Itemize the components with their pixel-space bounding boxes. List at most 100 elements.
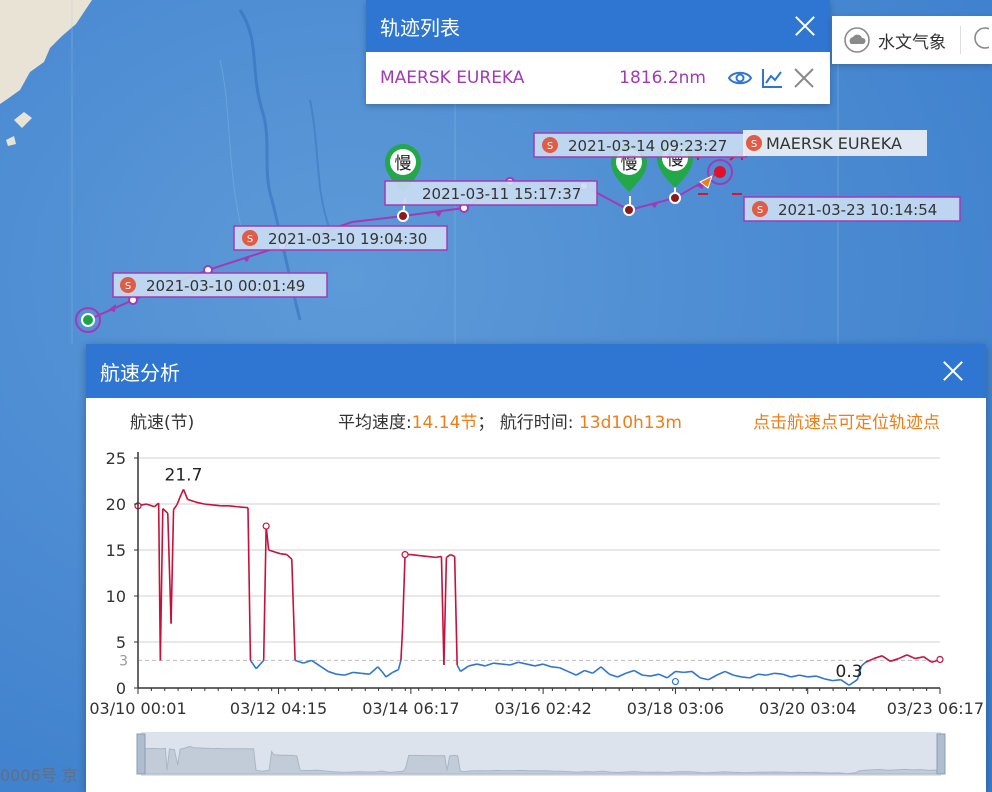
x-tick-label: 03/10 00:01 <box>89 699 186 718</box>
range-handle-left[interactable] <box>136 733 146 775</box>
x-tick-label: 03/23 06:17 <box>887 699 984 718</box>
speed-segment <box>791 674 800 678</box>
close-icon[interactable] <box>942 360 964 382</box>
svg-text:2021-03-10 00:01:49: 2021-03-10 00:01:49 <box>146 277 305 295</box>
speed-segment <box>898 654 908 660</box>
svg-text:2021-03-14 09:23:27: 2021-03-14 09:23:27 <box>568 137 727 155</box>
speed-segment <box>658 673 668 679</box>
line-chart-icon[interactable] <box>760 66 784 90</box>
range-handle-right[interactable] <box>936 733 946 775</box>
y-tick-label: 20 <box>106 495 126 514</box>
speed-segment <box>352 671 362 675</box>
speed-segment <box>435 555 442 559</box>
track-list-title: 轨迹列表 <box>380 15 460 40</box>
avg-speed-value: 14.14节 <box>411 413 478 433</box>
track-list-item[interactable]: MAERSK EUREKA 1816.2nm <box>366 52 830 104</box>
eye-icon[interactable] <box>728 66 752 90</box>
speed-segment <box>377 666 383 672</box>
speed-segment <box>249 659 257 670</box>
speed-segment <box>501 663 511 666</box>
speed-segment <box>915 655 924 660</box>
x-tick-label: 03/14 06:17 <box>362 699 459 718</box>
svg-text:MAERSK EUREKA: MAERSK EUREKA <box>766 134 902 153</box>
track-point-label[interactable]: 2021-03-11 15:17:37 <box>384 180 598 206</box>
speed-segment <box>476 663 486 667</box>
speed-segment <box>824 678 833 682</box>
speed-segment <box>774 672 783 675</box>
speed-segment <box>584 669 593 675</box>
speed-segment <box>401 554 406 629</box>
speed-segment <box>609 673 618 678</box>
track-list-panel: 轨迹列表 MAERSK EUREKA 1816.2nm <box>366 0 830 104</box>
y-tick-label: 0 <box>116 679 126 698</box>
cloud-icon[interactable] <box>844 27 870 53</box>
ship-name-label[interactable]: S MAERSK EUREKA <box>743 130 927 156</box>
speed-segment <box>758 673 767 676</box>
speed-segment <box>600 666 610 675</box>
speed-segment <box>741 676 750 679</box>
track-distance: 1816.2nm <box>619 68 706 88</box>
track-point-label[interactable]: S 2021-03-10 00:01:49 <box>112 272 328 298</box>
speed-segment <box>311 659 321 667</box>
speed-segment <box>336 673 345 676</box>
y-tick-label: 25 <box>106 449 126 468</box>
speed-segment <box>733 674 742 678</box>
speed-segment <box>170 509 175 624</box>
speed-segment <box>319 665 329 673</box>
speed-segment <box>509 661 519 666</box>
speed-segment <box>427 555 436 559</box>
speed-segment <box>368 666 379 675</box>
speed-axis-label: 航速(节) <box>130 413 195 433</box>
track-list-header: 轨迹列表 <box>366 0 830 52</box>
speed-segment <box>419 554 428 558</box>
speed-segment <box>385 671 394 678</box>
speed-analysis-panel: 航速分析 航速(节) 平均速度:14.14节； 航行时间: 13d10h13m … <box>86 344 986 792</box>
speed-segment <box>534 663 544 667</box>
speed-summary: 平均速度:14.14节； 航行时间: 13d10h13m <box>338 413 682 433</box>
speed-segment <box>159 508 164 661</box>
track-ship-name[interactable]: MAERSK EUREKA <box>380 68 619 88</box>
speed-segment <box>410 553 420 557</box>
weather-button[interactable]: 水文气象 <box>878 28 946 53</box>
speed-segment <box>749 673 759 679</box>
speed-segment <box>617 672 627 678</box>
speed-segment <box>182 488 189 500</box>
svg-text:S: S <box>751 139 757 150</box>
speed-segment <box>559 667 569 673</box>
speed-segment <box>255 663 261 670</box>
speed-segment <box>691 670 701 679</box>
speed-segment <box>633 669 643 676</box>
track-point-label[interactable]: S 2021-03-10 19:04:30 <box>233 225 448 251</box>
speed-segment <box>400 628 404 661</box>
speed-analysis-title: 航速分析 <box>100 360 180 385</box>
speed-segment <box>290 559 296 661</box>
speed-segment <box>344 671 354 676</box>
y-tick-label: 5 <box>116 633 126 652</box>
range-slider[interactable] <box>136 732 946 776</box>
speed-segment <box>460 665 470 673</box>
speed-segment <box>453 556 458 666</box>
speed-segment <box>212 504 221 507</box>
chart-annotation: 0.3 <box>836 662 863 682</box>
speed-segment <box>807 675 817 678</box>
x-tick-label: 03/12 04:15 <box>230 699 327 718</box>
speed-segment <box>468 663 478 667</box>
track-point-label[interactable]: S 2021-03-23 10:14:54 <box>743 196 961 222</box>
close-icon[interactable] <box>792 66 816 90</box>
layer-icon[interactable] <box>971 25 992 56</box>
speed-segment <box>815 675 825 680</box>
speed-segment <box>445 553 451 559</box>
svg-text:S: S <box>247 234 253 245</box>
speed-segment <box>799 674 808 678</box>
voyage-duration-value: 13d10h13m <box>578 413 682 433</box>
speed-segment <box>873 655 883 660</box>
speed-segment <box>172 504 178 510</box>
speed-chart[interactable]: 0 5 10 15 20 25 3 03/10 00:01 03/12 04:15 03/14 0… <box>86 434 986 792</box>
chart-annotation: 21.7 <box>165 465 203 485</box>
svg-text:2021-03-11 15:17:37: 2021-03-11 15:17:37 <box>422 185 581 203</box>
track-point-label[interactable]: S 2021-03-14 09:23:27 <box>533 132 747 158</box>
speed-segment <box>542 663 552 668</box>
speed-segment <box>708 674 718 681</box>
close-icon[interactable] <box>794 15 816 37</box>
speed-segment <box>782 673 792 678</box>
